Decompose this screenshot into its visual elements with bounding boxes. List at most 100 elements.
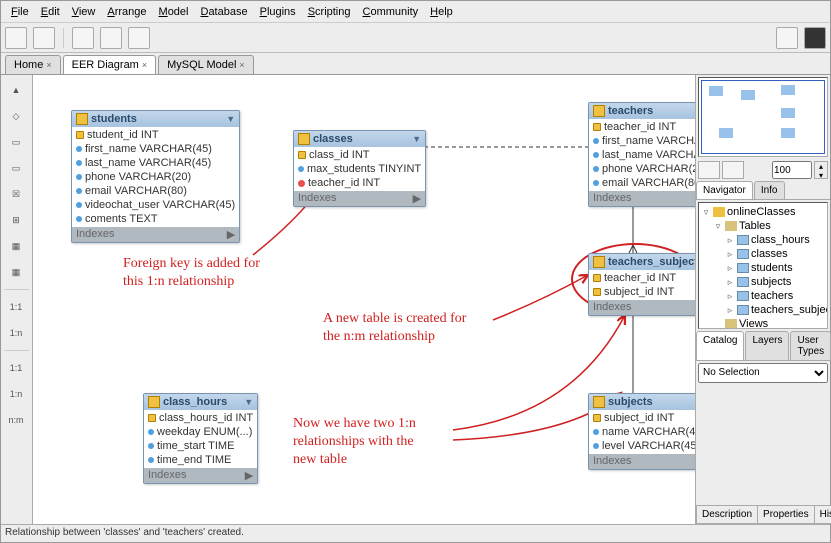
tool-button[interactable]: 1:1 — [4, 357, 28, 379]
close-icon[interactable]: × — [239, 60, 244, 70]
table-column[interactable]: max_students TINYINT — [294, 162, 425, 176]
table-header[interactable]: subjects▼ — [589, 394, 695, 410]
tree-table-class_hours[interactable]: ▹class_hours — [701, 233, 825, 247]
table-column[interactable]: phone VARCHAR(20) — [589, 162, 695, 176]
toolbar-button[interactable] — [33, 27, 55, 49]
table-column[interactable]: time_start TIME — [144, 439, 257, 453]
table-column[interactable]: last_name VARCHAR(45) — [72, 156, 239, 170]
table-column[interactable]: teacher_id INT — [589, 271, 695, 285]
close-icon[interactable]: × — [142, 60, 147, 70]
usertypes-tab[interactable]: User Types — [790, 331, 831, 360]
table-column[interactable]: last_name VARCHAR(45) — [589, 148, 695, 162]
menu-edit[interactable]: Edit — [35, 4, 66, 20]
menu-scripting[interactable]: Scripting — [302, 4, 357, 20]
info-tab[interactable]: Info — [754, 181, 785, 199]
table-header[interactable]: classes▼ — [294, 131, 425, 147]
toolbar-button[interactable] — [100, 27, 122, 49]
table-header[interactable]: teachers_subjects▼ — [589, 254, 695, 270]
table-class_hours[interactable]: class_hours▼class_hours_id INTweekday EN… — [143, 393, 258, 484]
tree-table-teachers[interactable]: ▹teachers — [701, 289, 825, 303]
table-teachers_subjects[interactable]: teachers_subjects▼teacher_id INTsubject_… — [588, 253, 695, 316]
tool-button[interactable]: 1:1 — [4, 296, 28, 318]
tool-button[interactable]: ☒ — [4, 183, 28, 205]
table-column[interactable]: subject_id INT — [589, 285, 695, 299]
history-tab[interactable]: History — [814, 506, 831, 524]
menu-database[interactable]: Database — [194, 4, 253, 20]
table-students[interactable]: students▼student_id INTfirst_name VARCHA… — [71, 110, 240, 243]
table-column[interactable]: name VARCHAR(45) — [589, 425, 695, 439]
table-classes[interactable]: classes▼class_id INTmax_students TINYINT… — [293, 130, 426, 207]
layers-tab[interactable]: Layers — [745, 331, 789, 360]
toolbar-button[interactable] — [804, 27, 826, 49]
tool-button[interactable]: ▭ — [4, 157, 28, 179]
table-column[interactable]: coments TEXT — [72, 212, 239, 226]
table-column[interactable]: time_end TIME — [144, 453, 257, 467]
navigator-minimap[interactable] — [698, 77, 828, 157]
toolbar-button[interactable] — [72, 27, 94, 49]
tool-button[interactable]: ▲ — [4, 79, 28, 101]
selection-dropdown[interactable]: No Selection — [698, 363, 828, 383]
table-subjects[interactable]: subjects▼subject_id INTname VARCHAR(45)l… — [588, 393, 695, 470]
table-column[interactable]: class_hours_id INT — [144, 411, 257, 425]
table-footer[interactable]: Indexes▶ — [589, 300, 695, 315]
properties-tab[interactable]: Properties — [757, 506, 815, 524]
table-header[interactable]: teachers▼ — [589, 103, 695, 119]
tree-folder[interactable]: Views — [701, 317, 825, 329]
tree-schema[interactable]: ▿onlineClasses — [701, 205, 825, 219]
tree-table-students[interactable]: ▹students — [701, 261, 825, 275]
tree-table-subjects[interactable]: ▹subjects — [701, 275, 825, 289]
tool-button[interactable]: ⊞ — [4, 209, 28, 231]
table-column[interactable]: email VARCHAR(80) — [589, 176, 695, 190]
diagram-canvas[interactable]: students▼student_id INTfirst_name VARCHA… — [33, 75, 695, 524]
zoom-input[interactable] — [772, 161, 812, 179]
toolbar-button[interactable] — [5, 27, 27, 49]
schema-tree[interactable]: ▿onlineClasses▿Tables▹class_hours▹classe… — [698, 202, 828, 329]
tool-button[interactable]: ▭ — [4, 131, 28, 153]
table-column[interactable]: first_name VARCHAR(45) — [72, 142, 239, 156]
tree-tables-folder[interactable]: ▿Tables — [701, 219, 825, 233]
table-footer[interactable]: Indexes▶ — [72, 227, 239, 242]
tab-home[interactable]: Home× — [5, 55, 61, 74]
tool-button[interactable]: 1:n — [4, 322, 28, 344]
table-column[interactable]: class_id INT — [294, 148, 425, 162]
tab-eer-diagram[interactable]: EER Diagram× — [63, 55, 157, 74]
toolbar-button[interactable] — [776, 27, 798, 49]
tree-table-teachers_subjects[interactable]: ▹teachers_subjects — [701, 303, 825, 317]
tree-table-classes[interactable]: ▹classes — [701, 247, 825, 261]
toolbar-button[interactable] — [128, 27, 150, 49]
menu-arrange[interactable]: Arrange — [101, 4, 152, 20]
zoom-spinner[interactable]: ▴▾ — [814, 161, 828, 179]
tool-button[interactable]: ▦ — [4, 261, 28, 283]
table-column[interactable]: email VARCHAR(80) — [72, 184, 239, 198]
menu-model[interactable]: Model — [153, 4, 195, 20]
table-footer[interactable]: Indexes▶ — [144, 468, 257, 483]
table-header[interactable]: students▼ — [72, 111, 239, 127]
table-column[interactable]: teacher_id INT — [589, 120, 695, 134]
tab-mysql-model[interactable]: MySQL Model× — [158, 55, 254, 74]
zoom-in-icon[interactable] — [722, 161, 744, 179]
table-column[interactable]: phone VARCHAR(20) — [72, 170, 239, 184]
menu-help[interactable]: Help — [424, 4, 459, 20]
tool-button[interactable]: n:m — [4, 409, 28, 431]
close-icon[interactable]: × — [46, 60, 51, 70]
menu-plugins[interactable]: Plugins — [254, 4, 302, 20]
table-column[interactable]: level VARCHAR(45) — [589, 439, 695, 453]
description-tab[interactable]: Description — [696, 506, 758, 524]
table-header[interactable]: class_hours▼ — [144, 394, 257, 410]
tool-button[interactable]: ▦ — [4, 235, 28, 257]
table-column[interactable]: videochat_user VARCHAR(45) — [72, 198, 239, 212]
table-column[interactable]: subject_id INT — [589, 411, 695, 425]
table-footer[interactable]: Indexes▶ — [589, 191, 695, 206]
table-footer[interactable]: Indexes▶ — [294, 191, 425, 206]
table-column[interactable]: student_id INT — [72, 128, 239, 142]
table-column[interactable]: teacher_id INT — [294, 176, 425, 190]
table-column[interactable]: weekday ENUM(...) — [144, 425, 257, 439]
catalog-tab[interactable]: Catalog — [696, 331, 744, 360]
menu-file[interactable]: File — [5, 4, 35, 20]
tool-button[interactable]: 1:n — [4, 383, 28, 405]
menu-community[interactable]: Community — [357, 4, 425, 20]
table-footer[interactable]: Indexes▶ — [589, 454, 695, 469]
tool-button[interactable]: ◇ — [4, 105, 28, 127]
navigator-tab[interactable]: Navigator — [696, 181, 753, 199]
table-teachers[interactable]: teachers▼teacher_id INTfirst_name VARCHA… — [588, 102, 695, 207]
